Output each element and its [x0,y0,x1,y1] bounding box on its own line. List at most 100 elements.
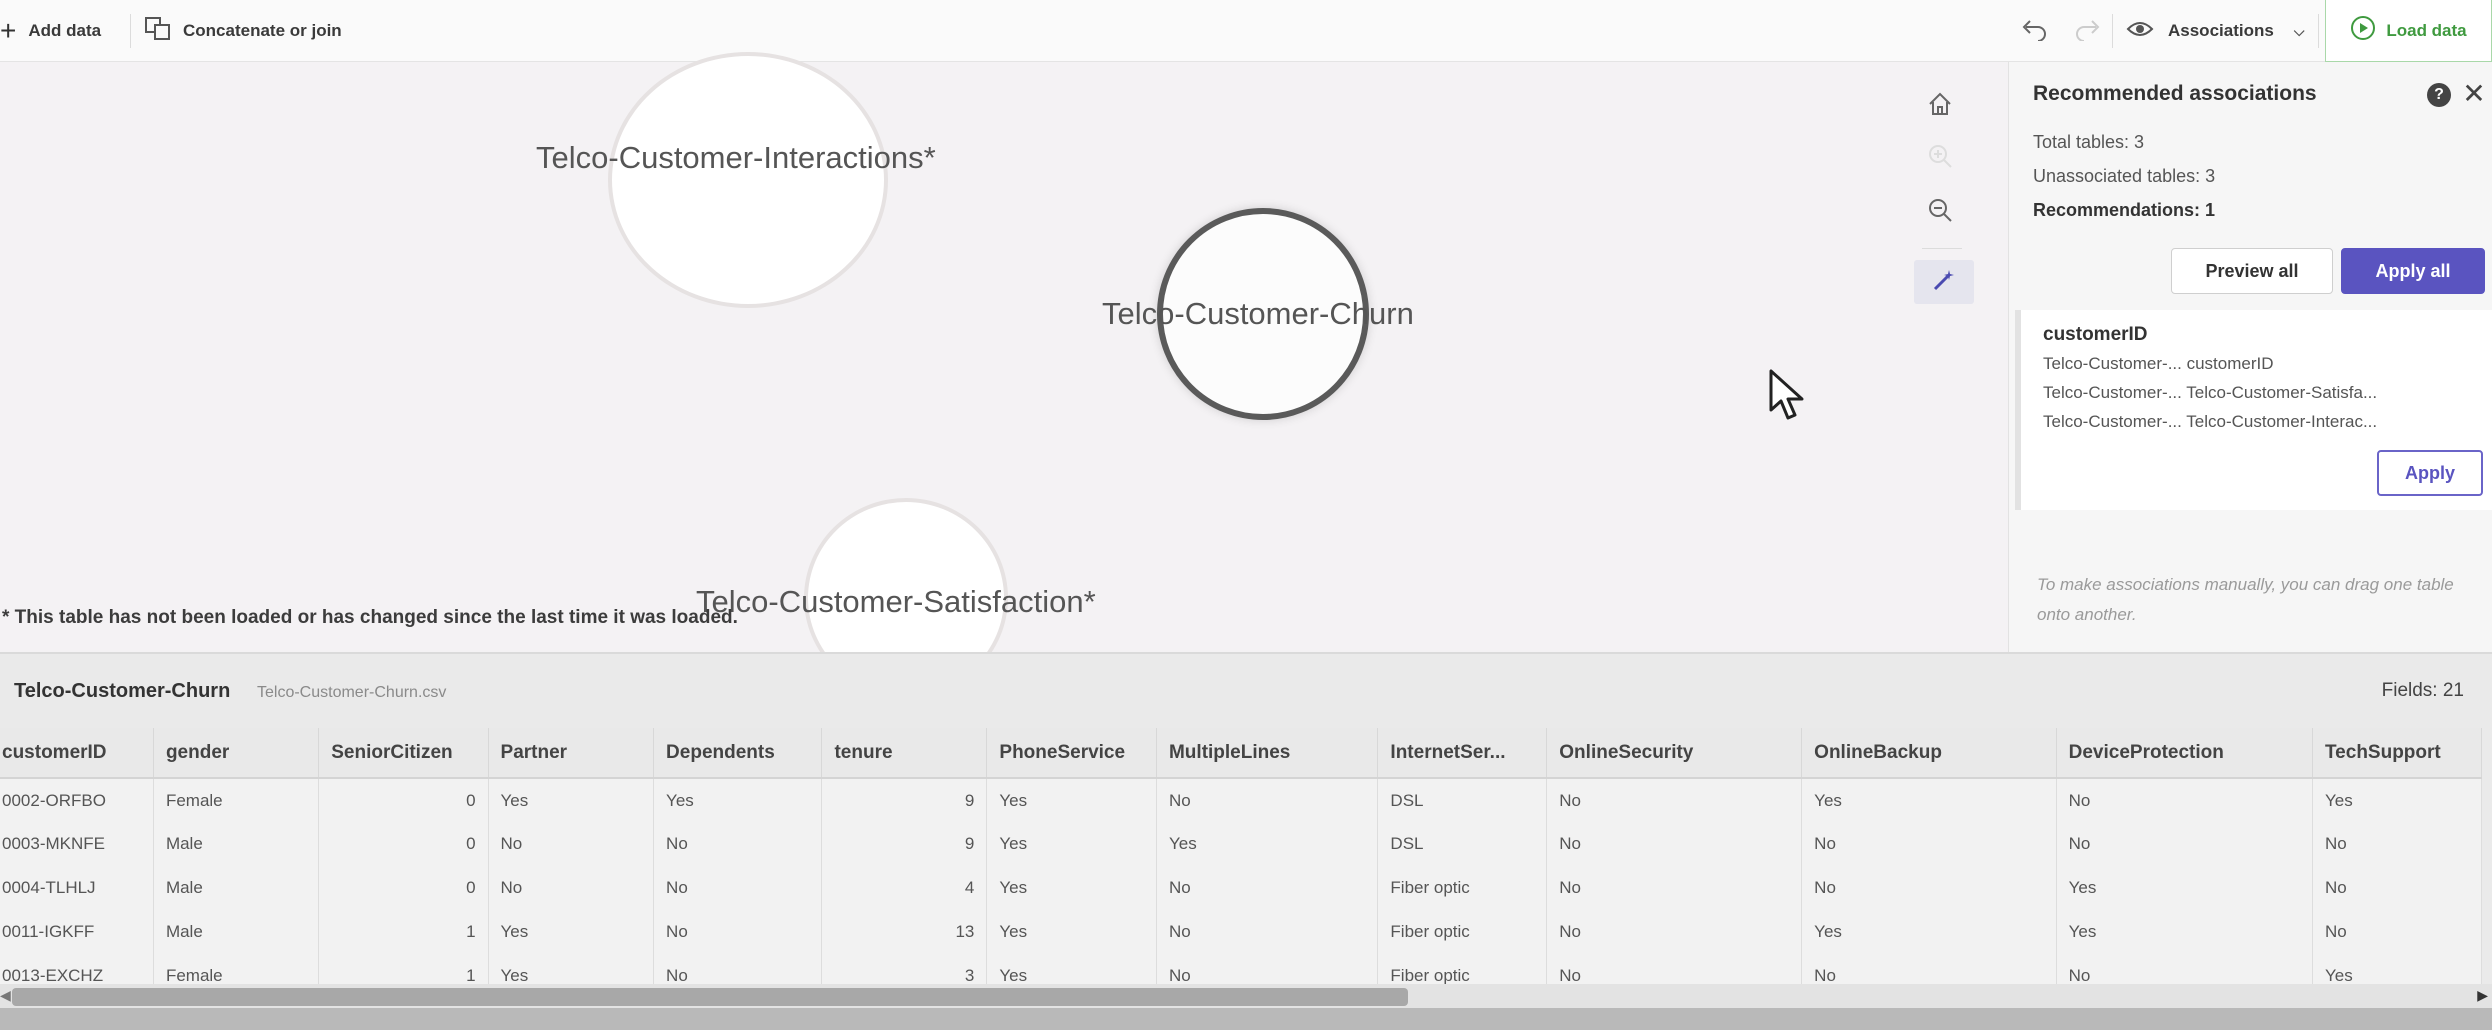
table-cell: Yes [1801,910,2057,954]
zoom-out-button[interactable] [1916,188,1964,236]
table-cell: Male [153,910,320,954]
table-cell: Yes [986,778,1157,822]
recommendation-card[interactable]: customerID Telco-Customer-... customerID… [2015,310,2492,510]
scroll-right-icon[interactable]: ▶ [2477,987,2488,1004]
preview-table-name: Telco-Customer-Churn [14,680,231,702]
table-cell: No [1546,822,1803,866]
table-cell: No [2312,866,2483,910]
table-cell: Male [153,866,320,910]
table-cell: No [488,822,655,866]
zoom-out-icon [1927,197,1953,228]
play-circle-icon [2350,15,2376,46]
unloaded-table-footnote: * This table has not been loaded or has … [2,607,738,628]
table-cell: 0011-IGKFF [0,910,154,954]
concatenate-label: Concatenate or join [183,21,342,40]
zoom-in-button[interactable] [1916,134,1964,182]
column-header[interactable]: tenure [821,728,988,779]
table-cell: DSL [1377,822,1548,866]
table-cell: Yes [488,910,655,954]
table-cell: Yes [2056,910,2313,954]
home-button[interactable] [1916,82,1964,130]
table-cell: 0 [318,822,489,866]
horizontal-scrollbar[interactable]: ◀ ▶ [0,984,2492,1008]
table-label-satisfaction[interactable]: Telco-Customer-Satisfaction* [696,584,1096,620]
add-data-label: Add data [28,21,102,40]
column-header[interactable]: SeniorCitizen [318,728,489,779]
table-bubble-interactions[interactable] [608,52,888,308]
table-cell: No [653,910,823,954]
toolbar-divider [2318,14,2319,48]
undo-icon [2020,17,2048,46]
table-cell: No [2056,778,2313,822]
recommended-associations-panel: Recommended associations ? ✕ Total table… [2008,62,2492,652]
table-cell: Yes [986,822,1157,866]
fields-count: Fields: 21 [2381,680,2464,701]
table-cell: No [488,866,655,910]
concatenate-or-join-button[interactable]: Concatenate or join [145,0,342,62]
column-header[interactable]: gender [153,728,320,779]
load-data-button[interactable]: Load data [2325,0,2492,62]
column-header[interactable]: OnlineBackup [1801,728,2057,779]
table-header-row: customerID gender SeniorCitizen Partner … [0,728,2483,779]
close-icon[interactable]: ✕ [2459,76,2489,110]
column-header[interactable]: OnlineSecurity [1546,728,1803,779]
table-cell: No [1156,778,1379,822]
table-cell: 9 [821,778,988,822]
table-cell: No [653,866,823,910]
apply-all-button[interactable]: Apply all [2341,248,2485,294]
load-data-label: Load data [2386,20,2467,40]
data-model-canvas[interactable]: Telco-Customer-Interactions* Telco-Custo… [0,52,2008,698]
table-cell: 0002-ORFBO [0,778,154,822]
scroll-left-icon[interactable]: ◀ [0,987,11,1004]
table-cell: No [1801,866,2057,910]
table-label-interactions[interactable]: Telco-Customer-Interactions* [536,140,936,176]
table-cell: Fiber optic [1377,866,1548,910]
recommended-associations-toggle[interactable] [1914,260,1974,304]
scrollbar-thumb[interactable] [12,988,1408,1006]
column-header[interactable]: DeviceProtection [2056,728,2313,779]
home-icon [1926,90,1954,123]
unassociated-tables-stat: Unassociated tables: 3 [2033,166,2216,186]
table-cell: Yes [1801,778,2057,822]
toolbar: + Add data Concatenate or join Associati… [0,0,2492,62]
table-cell: No [653,822,823,866]
table-cell: 0 [318,778,489,822]
column-header[interactable]: TechSupport [2312,728,2483,779]
table-cell: No [1156,910,1379,954]
table-cell: Yes [653,778,823,822]
column-header[interactable]: Partner [488,728,655,779]
table-cell: Yes [1156,822,1379,866]
table-row: 0003-MKNFE Male 0 No No 9 Yes Yes DSL No… [0,822,2483,866]
table-cell: No [1546,866,1803,910]
preview-all-button[interactable]: Preview all [2171,248,2333,294]
column-header[interactable]: customerID [0,728,154,779]
associations-label: Associations [2168,21,2274,40]
table-cell: Female [153,778,320,822]
toolbar-divider [130,14,131,48]
table-cell: Yes [2312,778,2483,822]
table-label-churn[interactable]: Telco-Customer-Churn [1102,296,1414,332]
panel-title: Recommended associations [2033,82,2317,105]
column-header[interactable]: MultipleLines [1156,728,1379,779]
associations-dropdown[interactable]: Associations ⌵ [2126,0,2304,62]
table-cell: No [1546,778,1803,822]
recommendation-line: Telco-Customer-... Telco-Customer-Intera… [2043,412,2378,431]
column-header[interactable]: InternetSer... [1377,728,1548,779]
recommendation-line: Telco-Customer-... Telco-Customer-Satisf… [2043,383,2378,402]
zoom-in-icon [1927,143,1953,174]
magic-wand-icon [1932,268,1956,297]
chevron-down-icon: ⌵ [2293,22,2305,39]
redo-button[interactable] [2074,0,2102,62]
manual-association-hint: To make associations manually, you can d… [2037,575,2454,624]
add-data-button[interactable]: + Add data [0,0,101,62]
eye-icon [2126,19,2154,44]
table-cell: Male [153,822,320,866]
table-cell: Yes [2056,866,2313,910]
column-header[interactable]: PhoneService [986,728,1157,779]
apply-recommendation-button[interactable]: Apply [2377,450,2483,496]
undo-button[interactable] [2020,0,2048,62]
table-row: 0002-ORFBO Female 0 Yes Yes 9 Yes No DSL… [0,778,2483,822]
column-header[interactable]: Dependents [653,728,823,779]
help-icon[interactable]: ? [2427,83,2451,107]
toolbar-divider [2112,14,2113,48]
